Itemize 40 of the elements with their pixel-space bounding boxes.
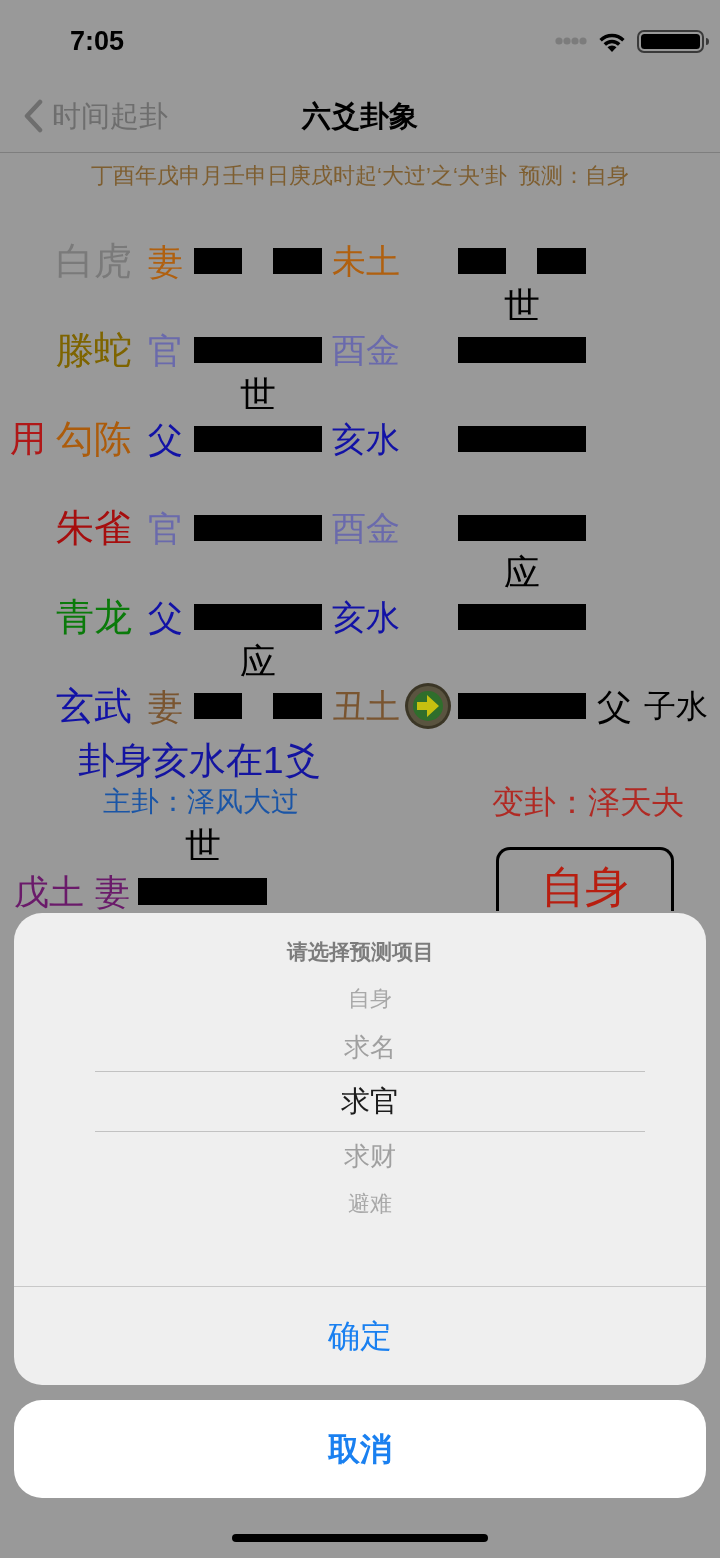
picker-option[interactable]: 求财 [95, 1132, 645, 1180]
summary-text: 丁酉年戊申月壬申日庚戌时起‘大过’之‘夬’卦 预测：自身 [91, 165, 629, 187]
picker-option[interactable]: 求名 [95, 1023, 645, 1071]
spirit-label: 青龙 [56, 598, 132, 636]
relative-label: 父 [148, 599, 183, 635]
body-note-text: 卦身亥水在1爻 [78, 741, 321, 779]
line-marker-label: 世 [240, 377, 276, 412]
nav-title: 六爻卦象 [302, 101, 418, 131]
spirit-label: 玄武 [56, 687, 132, 725]
branch-label: 亥水 [332, 422, 400, 456]
line-marker-label: 世 [504, 288, 540, 323]
picker-title: 请选择预测项目 [286, 939, 434, 965]
use-label: 用 [10, 421, 46, 457]
chevron-left-icon [22, 99, 44, 133]
relative-label: 妻 [148, 243, 183, 279]
branch-label: 未土 [332, 244, 400, 278]
line-marker-label: 应 [504, 555, 540, 590]
relative-label: 妻 [148, 688, 183, 724]
picker-option[interactable]: 自身 [95, 975, 645, 1023]
signal-icon [555, 37, 587, 45]
picker-option[interactable]: 求官 [95, 1071, 645, 1132]
line-marker-label: 应 [240, 644, 276, 679]
spirit-label: 勾陈 [56, 420, 132, 458]
spirit-label: 滕蛇 [56, 331, 132, 369]
status-time: 7:05 [70, 24, 125, 58]
changed-branch-label: 子水 [644, 690, 708, 722]
cancel-button[interactable]: 取消 [14, 1400, 706, 1498]
branch-label: 丑土 [332, 689, 400, 723]
main-hexagram-label: 主卦：泽风大过 [103, 788, 299, 816]
battery-icon [637, 29, 710, 53]
confirm-button[interactable]: 确定 [14, 1287, 706, 1385]
changed-hexagram-label: 变卦：泽天夬 [492, 786, 684, 818]
changed-relative-label: 父 [597, 688, 632, 724]
hidden-branch-label: 戊土 [14, 873, 84, 909]
line-marker-label: 世 [184, 827, 221, 863]
hidden-relative-label: 妻 [95, 873, 130, 909]
spirit-label: 朱雀 [56, 509, 132, 547]
relative-label: 父 [148, 421, 183, 457]
picker-option[interactable]: 避难 [95, 1180, 645, 1228]
branch-label: 亥水 [332, 600, 400, 634]
